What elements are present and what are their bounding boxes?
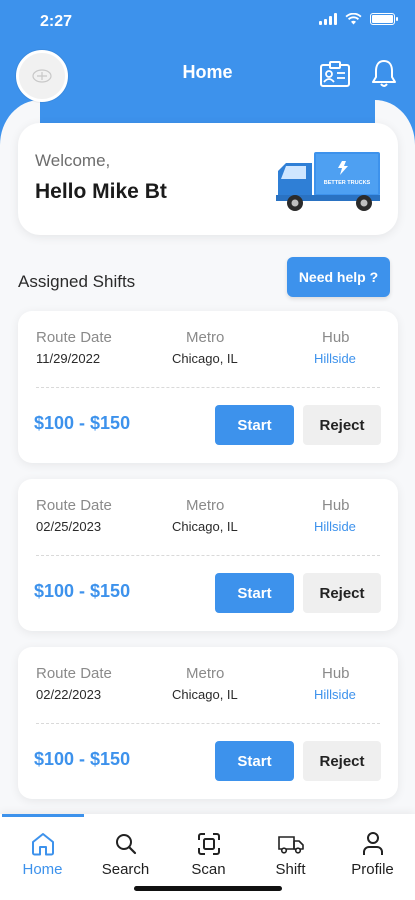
route-date-value: 11/29/2022 bbox=[36, 351, 101, 366]
search-icon bbox=[115, 834, 136, 855]
hub-label: Hub bbox=[322, 497, 350, 514]
card-divider bbox=[36, 387, 380, 388]
nav-item-shift[interactable]: Shift bbox=[249, 830, 332, 878]
nav-label-shift: Shift bbox=[275, 861, 306, 878]
metro-value: Chicago, IL bbox=[172, 519, 238, 534]
metro-value: Chicago, IL bbox=[172, 687, 238, 702]
shift-card: Route Date Metro Hub 02/25/2023 Chicago,… bbox=[18, 479, 398, 631]
home-indicator bbox=[134, 886, 282, 891]
hub-label: Hub bbox=[322, 665, 350, 682]
delivery-truck-illustration: BETTER TRUCKS bbox=[276, 152, 380, 211]
id-card-button[interactable] bbox=[319, 60, 351, 93]
nav-label-scan: Scan bbox=[191, 861, 226, 878]
shift-card: Route Date Metro Hub 02/22/2023 Chicago,… bbox=[18, 647, 398, 799]
battery-icon bbox=[370, 13, 398, 25]
scan-icon bbox=[197, 833, 220, 855]
notifications-button[interactable] bbox=[370, 58, 398, 93]
hub-value[interactable]: Hillside bbox=[314, 351, 356, 366]
metro-label: Metro bbox=[186, 665, 225, 682]
status-icons bbox=[319, 13, 398, 25]
nav-active-indicator bbox=[2, 814, 84, 817]
cellular-signal-icon bbox=[319, 13, 337, 25]
card-divider bbox=[36, 555, 380, 556]
metro-label: Metro bbox=[186, 497, 225, 514]
page-title: Home bbox=[182, 62, 233, 82]
wifi-icon bbox=[345, 13, 362, 25]
welcome-user-name: Hello Mike Bt bbox=[35, 180, 167, 203]
id-card-icon bbox=[320, 61, 350, 87]
card-divider bbox=[36, 723, 380, 724]
reject-button[interactable]: Reject bbox=[303, 573, 381, 613]
route-date-value: 02/22/2023 bbox=[36, 687, 102, 702]
nav-item-scan[interactable]: Scan bbox=[167, 830, 250, 878]
nav-label-search: Search bbox=[101, 861, 150, 878]
route-date-label: Route Date bbox=[36, 497, 112, 514]
route-date-label: Route Date bbox=[36, 665, 112, 682]
bell-icon bbox=[372, 60, 396, 87]
metro-label: Metro bbox=[186, 329, 225, 346]
reject-button[interactable]: Reject bbox=[303, 405, 381, 445]
status-time: 2:27 bbox=[40, 13, 73, 30]
nav-label-profile: Profile bbox=[351, 861, 394, 878]
nav-label-home: Home bbox=[22, 861, 63, 878]
start-button[interactable]: Start bbox=[215, 573, 294, 613]
metro-value: Chicago, IL bbox=[172, 351, 238, 366]
pay-range: $100 - $150 bbox=[34, 749, 131, 769]
route-date-label: Route Date bbox=[36, 329, 112, 346]
hub-value[interactable]: Hillside bbox=[314, 519, 356, 534]
welcome-card: Welcome, Hello Mike Bt BETTER TRUCKS bbox=[18, 123, 398, 235]
hub-label: Hub bbox=[322, 329, 350, 346]
reject-button[interactable]: Reject bbox=[303, 741, 381, 781]
start-button[interactable]: Start bbox=[215, 741, 294, 781]
pay-range: $100 - $150 bbox=[34, 413, 131, 433]
pay-range: $100 - $150 bbox=[34, 581, 131, 601]
nav-item-search[interactable]: Search bbox=[84, 830, 167, 878]
truck-brand-text: BETTER TRUCKS bbox=[324, 180, 371, 186]
status-bar: 2:27 bbox=[0, 0, 415, 44]
truck-icon bbox=[277, 836, 304, 854]
route-date-value: 02/25/2023 bbox=[36, 519, 102, 534]
home-icon bbox=[31, 833, 54, 856]
start-button[interactable]: Start bbox=[215, 405, 294, 445]
nav-item-home[interactable]: Home bbox=[1, 830, 84, 878]
assigned-shifts-title: Assigned Shifts bbox=[18, 272, 136, 291]
shift-card: Route Date Metro Hub 11/29/2022 Chicago,… bbox=[18, 311, 398, 463]
hub-value[interactable]: Hillside bbox=[314, 687, 356, 702]
profile-icon bbox=[362, 832, 383, 855]
welcome-greeting: Welcome, bbox=[35, 151, 111, 170]
nav-item-profile[interactable]: Profile bbox=[331, 830, 414, 878]
need-help-button[interactable]: Need help ? bbox=[287, 257, 390, 297]
